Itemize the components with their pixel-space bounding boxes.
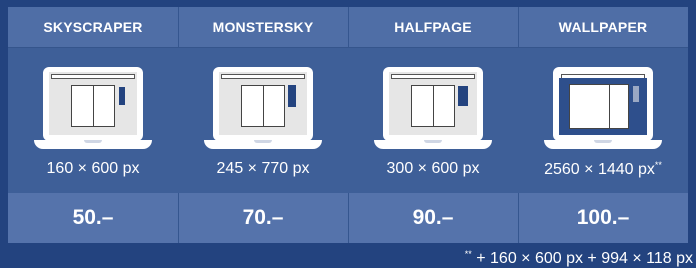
price-halfpage: 90.–: [412, 206, 454, 229]
laptop-halfpage-illustration: [374, 67, 492, 151]
pricing-table: SKYSCRAPER MONSTERSKY HALFPAGE WALLPAPER: [8, 7, 688, 243]
laptop-screen: [213, 67, 313, 141]
ad-size-text: 160 × 600 px: [46, 160, 140, 177]
ad-slot-monstersky: [288, 85, 296, 107]
price-skyscraper: 50.–: [72, 206, 114, 229]
ad-size-text: 2560 × 1440 px: [544, 161, 655, 178]
column-title-skyscraper: SKYSCRAPER: [43, 19, 143, 35]
column-title-halfpage: HALFPAGE: [394, 19, 472, 35]
laptop-screen: [43, 67, 143, 141]
footnote-text: + 160 × 600 px + 994 × 118 px: [471, 250, 693, 267]
laptop-screen: [383, 67, 483, 141]
content-window-mockup: [71, 85, 115, 127]
page-mockup: [219, 72, 307, 135]
ad-size-skyscraper: 160 × 600 px: [8, 160, 178, 178]
footnote-marker: **: [464, 249, 472, 259]
laptop-skyscraper-illustration: [34, 67, 152, 151]
content-window-mockup: [241, 85, 285, 127]
content-window-mockup: [411, 85, 455, 127]
page-header-mockup: [51, 74, 135, 79]
ad-size-halfpage: 300 × 600 px: [348, 160, 518, 178]
laptop-wallpaper-illustration: [544, 67, 662, 151]
content-window-mockup: [569, 84, 629, 129]
ad-slot-wallpaper: [559, 78, 647, 135]
laptop-notch: [594, 140, 612, 143]
footnote: ** + 160 × 600 px + 994 × 118 px: [465, 245, 693, 268]
laptop-notch: [84, 140, 102, 143]
column-title-wallpaper: WALLPAPER: [558, 19, 648, 35]
ad-slot-halfpage: [458, 86, 468, 106]
page-mockup: [49, 72, 137, 135]
page-mockup: [389, 72, 477, 135]
price-wallpaper: 100.–: [576, 206, 630, 229]
laptop-monstersky-illustration: [204, 67, 322, 151]
page-header-mockup: [391, 74, 475, 79]
column-title-monstersky: MONSTERSKY: [212, 19, 314, 35]
ad-size-monstersky: 245 × 770 px: [178, 160, 348, 178]
ad-size-text: 245 × 770 px: [216, 160, 310, 177]
ad-size-text: 300 × 600 px: [386, 160, 480, 177]
ad-slot-side-banner: [633, 86, 639, 102]
page-header-mockup: [221, 74, 305, 79]
ad-size-wallpaper: 2560 × 1440 px**: [518, 160, 688, 179]
price-monstersky: 70.–: [242, 206, 284, 229]
laptop-notch: [254, 140, 272, 143]
laptop-screen: [553, 67, 653, 141]
page-mockup: [559, 72, 647, 135]
laptop-notch: [424, 140, 442, 143]
footnote-marker: **: [654, 160, 662, 170]
ad-slot-skyscraper: [119, 87, 125, 105]
